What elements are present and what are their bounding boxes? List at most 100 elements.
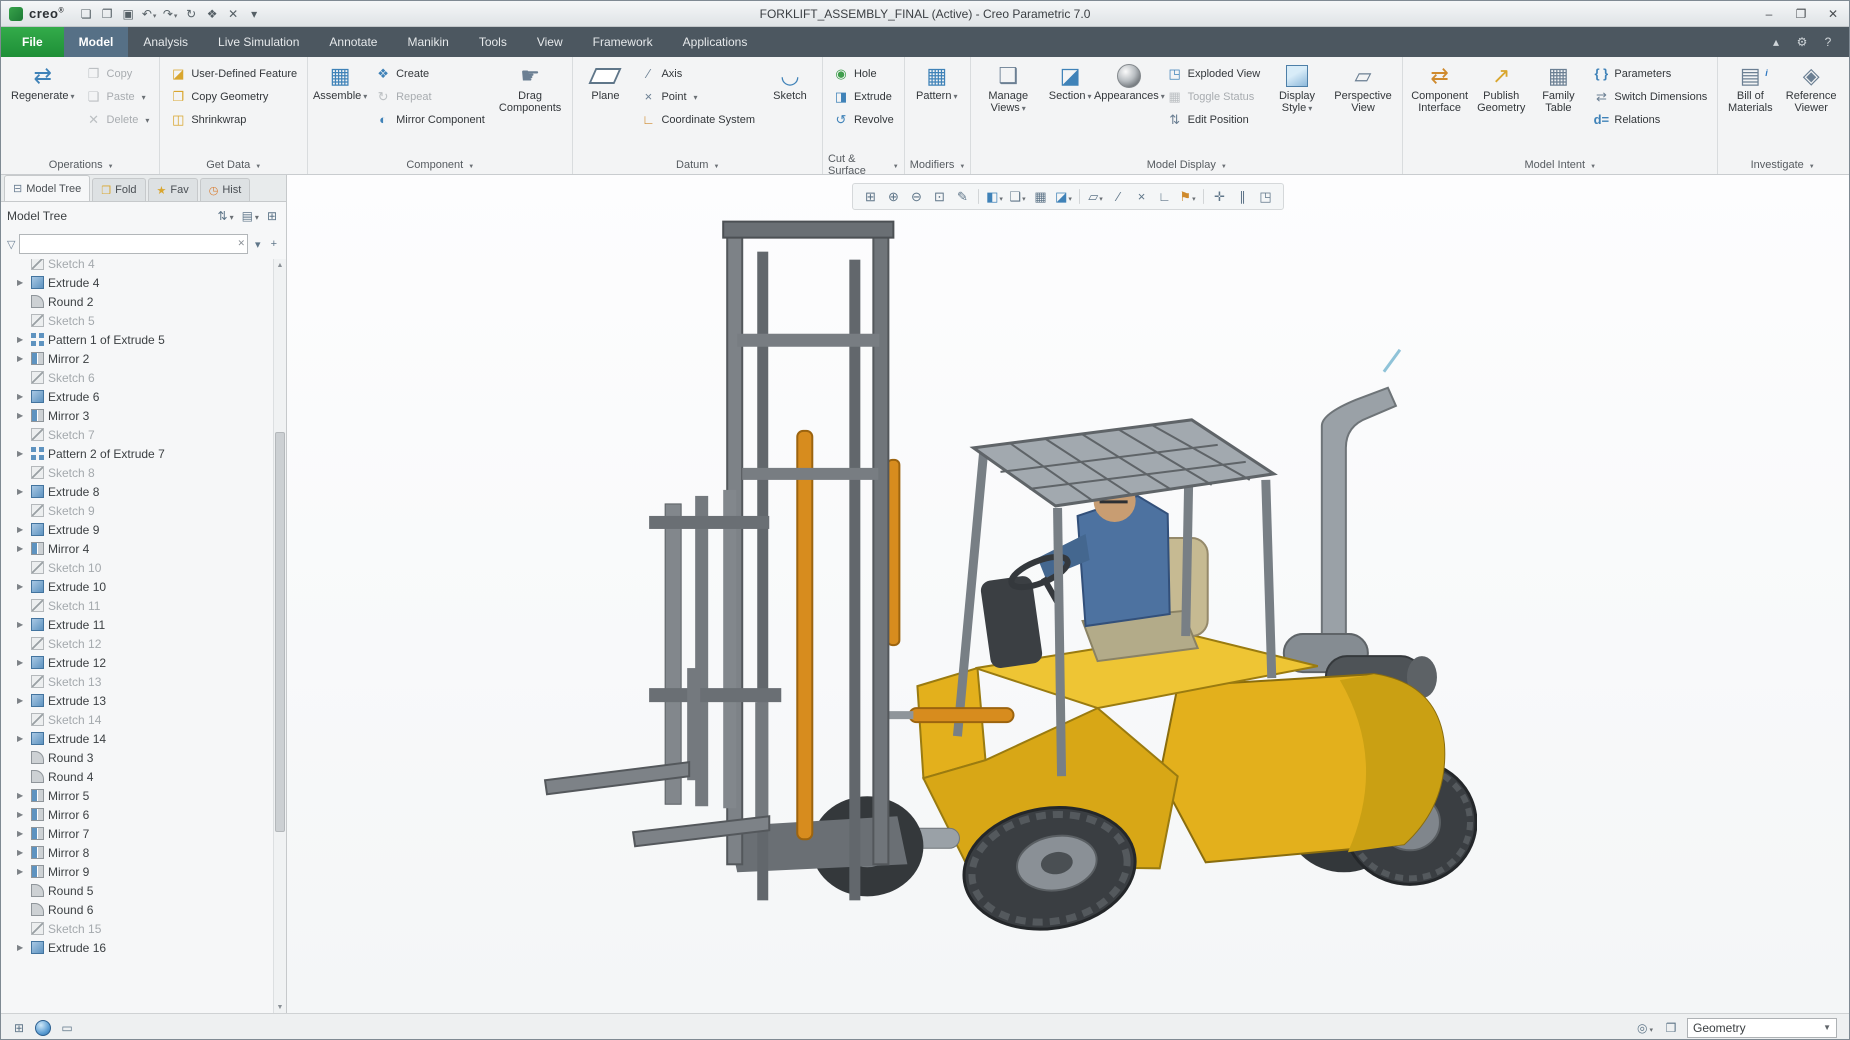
expand-arrow-icon[interactable] bbox=[17, 677, 27, 686]
filter-options-icon[interactable]: ▾ bbox=[252, 237, 264, 252]
spin-center-icon[interactable]: ✛ bbox=[1208, 186, 1231, 207]
3d-mode-icon[interactable]: ◳ bbox=[1254, 186, 1277, 207]
relations-button[interactable]: d= Relations bbox=[1588, 108, 1712, 131]
hole-button[interactable]: ◉ Hole bbox=[828, 62, 899, 85]
filter-funnel-icon[interactable]: ▽ bbox=[7, 238, 15, 251]
minimize-button[interactable]: – bbox=[1753, 1, 1785, 26]
close-button[interactable]: ✕ bbox=[1817, 1, 1849, 26]
help-icon[interactable]: ? bbox=[1817, 31, 1839, 53]
exploded-view-button[interactable]: ◳ Exploded View bbox=[1162, 62, 1266, 85]
expand-arrow-icon[interactable] bbox=[17, 582, 27, 591]
tree-item[interactable]: Extrude 8 bbox=[3, 482, 271, 501]
zoom-region-icon[interactable]: ⊞ bbox=[859, 186, 882, 207]
forklift-operator[interactable] bbox=[980, 479, 1208, 669]
tree-item[interactable]: Sketch 15 bbox=[3, 919, 271, 938]
repaint-icon[interactable]: ✎ bbox=[951, 186, 974, 207]
copy-button[interactable]: ❐ Copy bbox=[81, 62, 155, 85]
toggle-status-button[interactable]: ▦ Toggle Status bbox=[1162, 85, 1266, 108]
reference-viewer-button[interactable]: ◈ Reference Viewer bbox=[1780, 59, 1842, 114]
scrollbar-thumb[interactable] bbox=[275, 432, 285, 832]
tree-item[interactable]: Extrude 16 bbox=[3, 938, 271, 957]
windows-icon[interactable]: ❖ bbox=[202, 4, 222, 24]
settings-icon[interactable]: ⚙ bbox=[1791, 31, 1813, 53]
redo-icon[interactable]: ↷ bbox=[160, 4, 180, 24]
tree-item[interactable]: Mirror 2 bbox=[3, 349, 271, 368]
tab-favorites[interactable]: ★ Fav bbox=[148, 178, 198, 201]
appearances-button[interactable]: Appearances bbox=[1100, 59, 1159, 103]
model-display-group-label[interactable]: Model Display bbox=[976, 155, 1397, 174]
toggle-tree-icon[interactable]: ⊞ bbox=[9, 1018, 29, 1038]
forklift-model[interactable] bbox=[537, 215, 1477, 945]
tree-item[interactable]: Round 4 bbox=[3, 767, 271, 786]
web-browser-icon[interactable] bbox=[33, 1018, 53, 1038]
view-manager-icon[interactable]: ▦ bbox=[1029, 186, 1052, 207]
tree-item[interactable]: Sketch 9 bbox=[3, 501, 271, 520]
display-style-icon[interactable]: ◧ bbox=[983, 186, 1006, 207]
expand-arrow-icon[interactable] bbox=[17, 373, 27, 382]
expand-arrow-icon[interactable] bbox=[17, 658, 27, 667]
expand-arrow-icon[interactable] bbox=[17, 829, 27, 838]
expand-arrow-icon[interactable] bbox=[17, 544, 27, 553]
shrinkwrap-button[interactable]: ◫ Shrinkwrap bbox=[165, 108, 302, 131]
paste-button[interactable]: ❏ Paste bbox=[81, 85, 155, 108]
delete-button[interactable]: ✕ Delete bbox=[81, 108, 155, 131]
expand-arrow-icon[interactable] bbox=[17, 449, 27, 458]
tree-item[interactable]: Mirror 5 bbox=[3, 786, 271, 805]
selection-filter-select[interactable]: Geometry ▼ bbox=[1687, 1018, 1837, 1038]
collapse-ribbon-icon[interactable]: ▴ bbox=[1765, 31, 1787, 53]
forklift-carriage-forks[interactable] bbox=[545, 490, 781, 846]
tab-folder-browser[interactable]: ❒ Fold bbox=[92, 178, 145, 201]
close-window-icon[interactable]: ✕ bbox=[223, 4, 243, 24]
pause-icon[interactable]: ∥ bbox=[1231, 186, 1254, 207]
axis-display-icon[interactable]: ∕ bbox=[1107, 186, 1130, 207]
model-intent-group-label[interactable]: Model Intent bbox=[1408, 155, 1712, 174]
zoom-out-icon[interactable]: ⊖ bbox=[905, 186, 928, 207]
tree-item[interactable]: Mirror 7 bbox=[3, 824, 271, 843]
tree-item[interactable]: Sketch 10 bbox=[3, 558, 271, 577]
expand-arrow-icon[interactable] bbox=[17, 924, 27, 933]
copy-geometry-button[interactable]: ❐ Copy Geometry bbox=[165, 85, 302, 108]
tree-item[interactable]: Sketch 4 bbox=[3, 259, 271, 273]
expand-arrow-icon[interactable] bbox=[17, 639, 27, 648]
mirror-component-button[interactable]: ◐ Mirror Component bbox=[370, 108, 490, 131]
section-button[interactable]: ◪ Section bbox=[1043, 59, 1097, 103]
tree-item[interactable]: Mirror 8 bbox=[3, 843, 271, 862]
tree-item[interactable]: Extrude 9 bbox=[3, 520, 271, 539]
section-view-icon[interactable]: ◪ bbox=[1052, 186, 1075, 207]
tab-framework[interactable]: Framework bbox=[578, 27, 668, 57]
expand-arrow-icon[interactable] bbox=[17, 278, 27, 287]
scroll-down-icon[interactable]: ▼ bbox=[274, 1001, 286, 1013]
expand-arrow-icon[interactable] bbox=[17, 886, 27, 895]
tree-item[interactable]: Round 6 bbox=[3, 900, 271, 919]
tree-item[interactable]: Sketch 12 bbox=[3, 634, 271, 653]
expand-arrow-icon[interactable] bbox=[17, 297, 27, 306]
tab-tools[interactable]: Tools bbox=[464, 27, 522, 57]
expand-arrow-icon[interactable] bbox=[17, 335, 27, 344]
tree-filters-icon[interactable]: ⇅ bbox=[215, 208, 237, 224]
expand-arrow-icon[interactable] bbox=[17, 354, 27, 363]
tree-item[interactable]: Extrude 14 bbox=[3, 729, 271, 748]
drag-components-button[interactable]: ☛ Drag Components bbox=[493, 59, 568, 114]
tree-item[interactable]: Sketch 6 bbox=[3, 368, 271, 387]
plane-button[interactable]: Plane bbox=[578, 59, 632, 102]
point-display-icon[interactable]: × bbox=[1130, 186, 1153, 207]
tab-model-tree[interactable]: ⊟ Model Tree bbox=[4, 175, 90, 201]
modifiers-group-label[interactable]: Modifiers bbox=[910, 155, 966, 174]
expand-arrow-icon[interactable] bbox=[17, 506, 27, 515]
switch-dimensions-button[interactable]: ⇄ Switch Dimensions bbox=[1588, 85, 1712, 108]
tree-item[interactable]: Extrude 12 bbox=[3, 653, 271, 672]
investigate-group-label[interactable]: Investigate bbox=[1723, 155, 1842, 174]
maximize-button[interactable]: ❐ bbox=[1785, 1, 1817, 26]
expand-arrow-icon[interactable] bbox=[17, 411, 27, 420]
repeat-button[interactable]: ↻ Repeat bbox=[370, 85, 490, 108]
point-button[interactable]: × Point bbox=[635, 85, 760, 108]
tab-view[interactable]: View bbox=[522, 27, 578, 57]
expand-arrow-icon[interactable] bbox=[17, 468, 27, 477]
datum-group-label[interactable]: Datum bbox=[578, 155, 817, 174]
tree-columns-icon[interactable]: ▤ bbox=[239, 208, 262, 224]
clear-filter-icon[interactable]: ✕ bbox=[237, 238, 245, 249]
tree-item[interactable]: Sketch 7 bbox=[3, 425, 271, 444]
expand-arrow-icon[interactable] bbox=[17, 696, 27, 705]
tab-history[interactable]: ◷ Hist bbox=[200, 178, 251, 201]
tree-scrollbar[interactable]: ▲ ▼ bbox=[273, 259, 286, 1013]
